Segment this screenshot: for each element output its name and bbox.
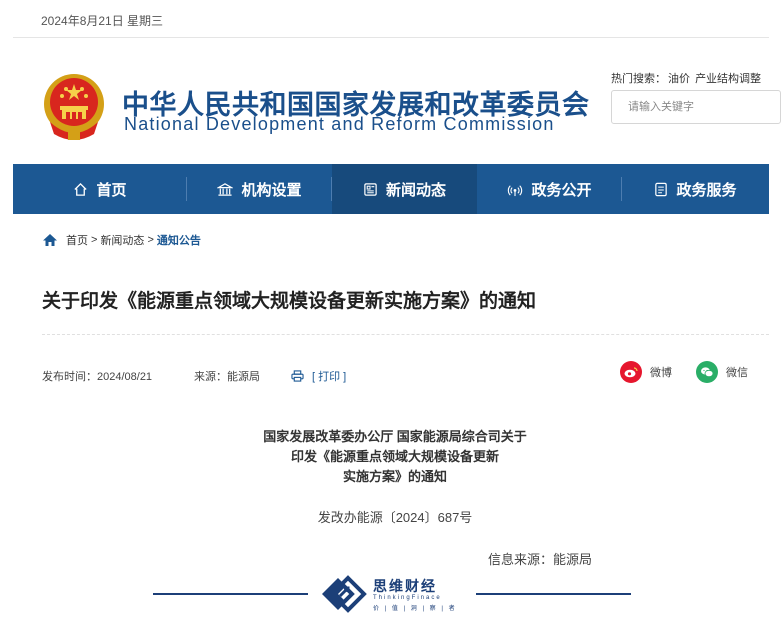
source-info: 来源：能源局 xyxy=(194,368,260,384)
institution-icon xyxy=(217,182,234,196)
document-icon xyxy=(655,182,668,196)
weibo-icon xyxy=(620,361,642,383)
watermark-subtitle-en: ThinkingFinace xyxy=(373,595,442,601)
nav-item-home[interactable]: 首页 xyxy=(13,164,187,214)
nav-item-services[interactable]: 政务服务 xyxy=(622,164,769,214)
nav-item-institutions[interactable]: 机构设置 xyxy=(187,164,332,214)
doc-heading-line: 国家发展改革委办公厅 国家能源局综合司关于 xyxy=(263,429,527,444)
nav-item-public-affairs[interactable]: 政务公开 xyxy=(477,164,622,214)
article-title: 关于印发《能源重点领域大规模设备更新实施方案》的通知 xyxy=(42,291,537,312)
doc-heading-line: 印发《能源重点领域大规模设备更新 xyxy=(290,449,499,464)
hot-search: 热门搜索： 油价 产业结构调整 xyxy=(611,70,781,86)
hot-search-link[interactable]: 产业结构调整 xyxy=(695,73,761,85)
watermark-logo-icon xyxy=(322,575,367,613)
share-wechat[interactable]: 微信 xyxy=(696,361,748,383)
watermark-title: 思维财经 xyxy=(373,578,437,594)
title-divider xyxy=(42,334,769,335)
nav-item-label: 首页 xyxy=(96,181,127,199)
publish-date: 2024/08/21 xyxy=(97,371,153,383)
top-date-bar: 2024年8月21日 星期三 xyxy=(13,0,769,38)
info-source: 信息来源：能源局 xyxy=(488,552,593,567)
breadcrumb-separator: > xyxy=(147,234,154,246)
wechat-icon xyxy=(696,361,718,383)
source-label: 来源： xyxy=(194,371,227,383)
document-number: 发改办能源〔2024〕687号 xyxy=(317,510,473,525)
hot-search-label: 热门搜索： xyxy=(611,73,666,85)
search-input[interactable] xyxy=(612,91,780,123)
current-date: 2024年8月21日 星期三 xyxy=(41,14,164,28)
hot-search-link[interactable]: 油价 xyxy=(668,73,690,85)
nav-item-label: 政务服务 xyxy=(676,181,737,199)
nav-item-news[interactable]: 新闻动态 xyxy=(332,164,477,214)
national-emblem-icon xyxy=(44,74,104,140)
breadcrumb: 首页 > 新闻动态 > 通知公告 xyxy=(42,232,201,248)
printer-icon xyxy=(291,370,304,382)
publish-info: 发布时间：2024/08/21 xyxy=(42,368,152,384)
source-value: 能源局 xyxy=(227,371,260,383)
nav-item-label: 机构设置 xyxy=(241,181,302,199)
site-title-en: National Development and Reform Commissi… xyxy=(124,114,555,134)
watermark-tagline: 价 | 值 | 洞 | 察 | 者 xyxy=(373,606,457,612)
share-weibo[interactable]: 微博 xyxy=(620,361,672,383)
doc-heading-line: 实施方案》的通知 xyxy=(342,469,447,484)
breadcrumb-news[interactable]: 新闻动态 xyxy=(100,232,144,248)
watermark-line-left xyxy=(153,593,308,595)
breadcrumb-current[interactable]: 通知公告 xyxy=(157,232,201,248)
search-box xyxy=(611,90,781,124)
news-icon xyxy=(364,182,377,196)
share-wechat-label: 微信 xyxy=(726,367,748,379)
home-icon xyxy=(74,182,88,196)
breadcrumb-separator: > xyxy=(91,234,98,246)
nav-item-label: 政务公开 xyxy=(531,181,592,199)
home-icon xyxy=(43,234,57,246)
share-weibo-label: 微博 xyxy=(650,367,672,379)
broadcast-icon xyxy=(508,184,523,196)
print-label: [ 打印 ] xyxy=(312,371,347,383)
watermark-line-right xyxy=(476,593,631,595)
print-button[interactable]: [ 打印 ] xyxy=(291,368,346,384)
nav-item-label: 新闻动态 xyxy=(385,181,446,199)
main-nav: 首页 机构设置 新闻动态 政务公开 政务服务 xyxy=(13,164,769,214)
publish-label: 发布时间： xyxy=(42,371,97,383)
breadcrumb-home[interactable]: 首页 xyxy=(66,232,88,248)
